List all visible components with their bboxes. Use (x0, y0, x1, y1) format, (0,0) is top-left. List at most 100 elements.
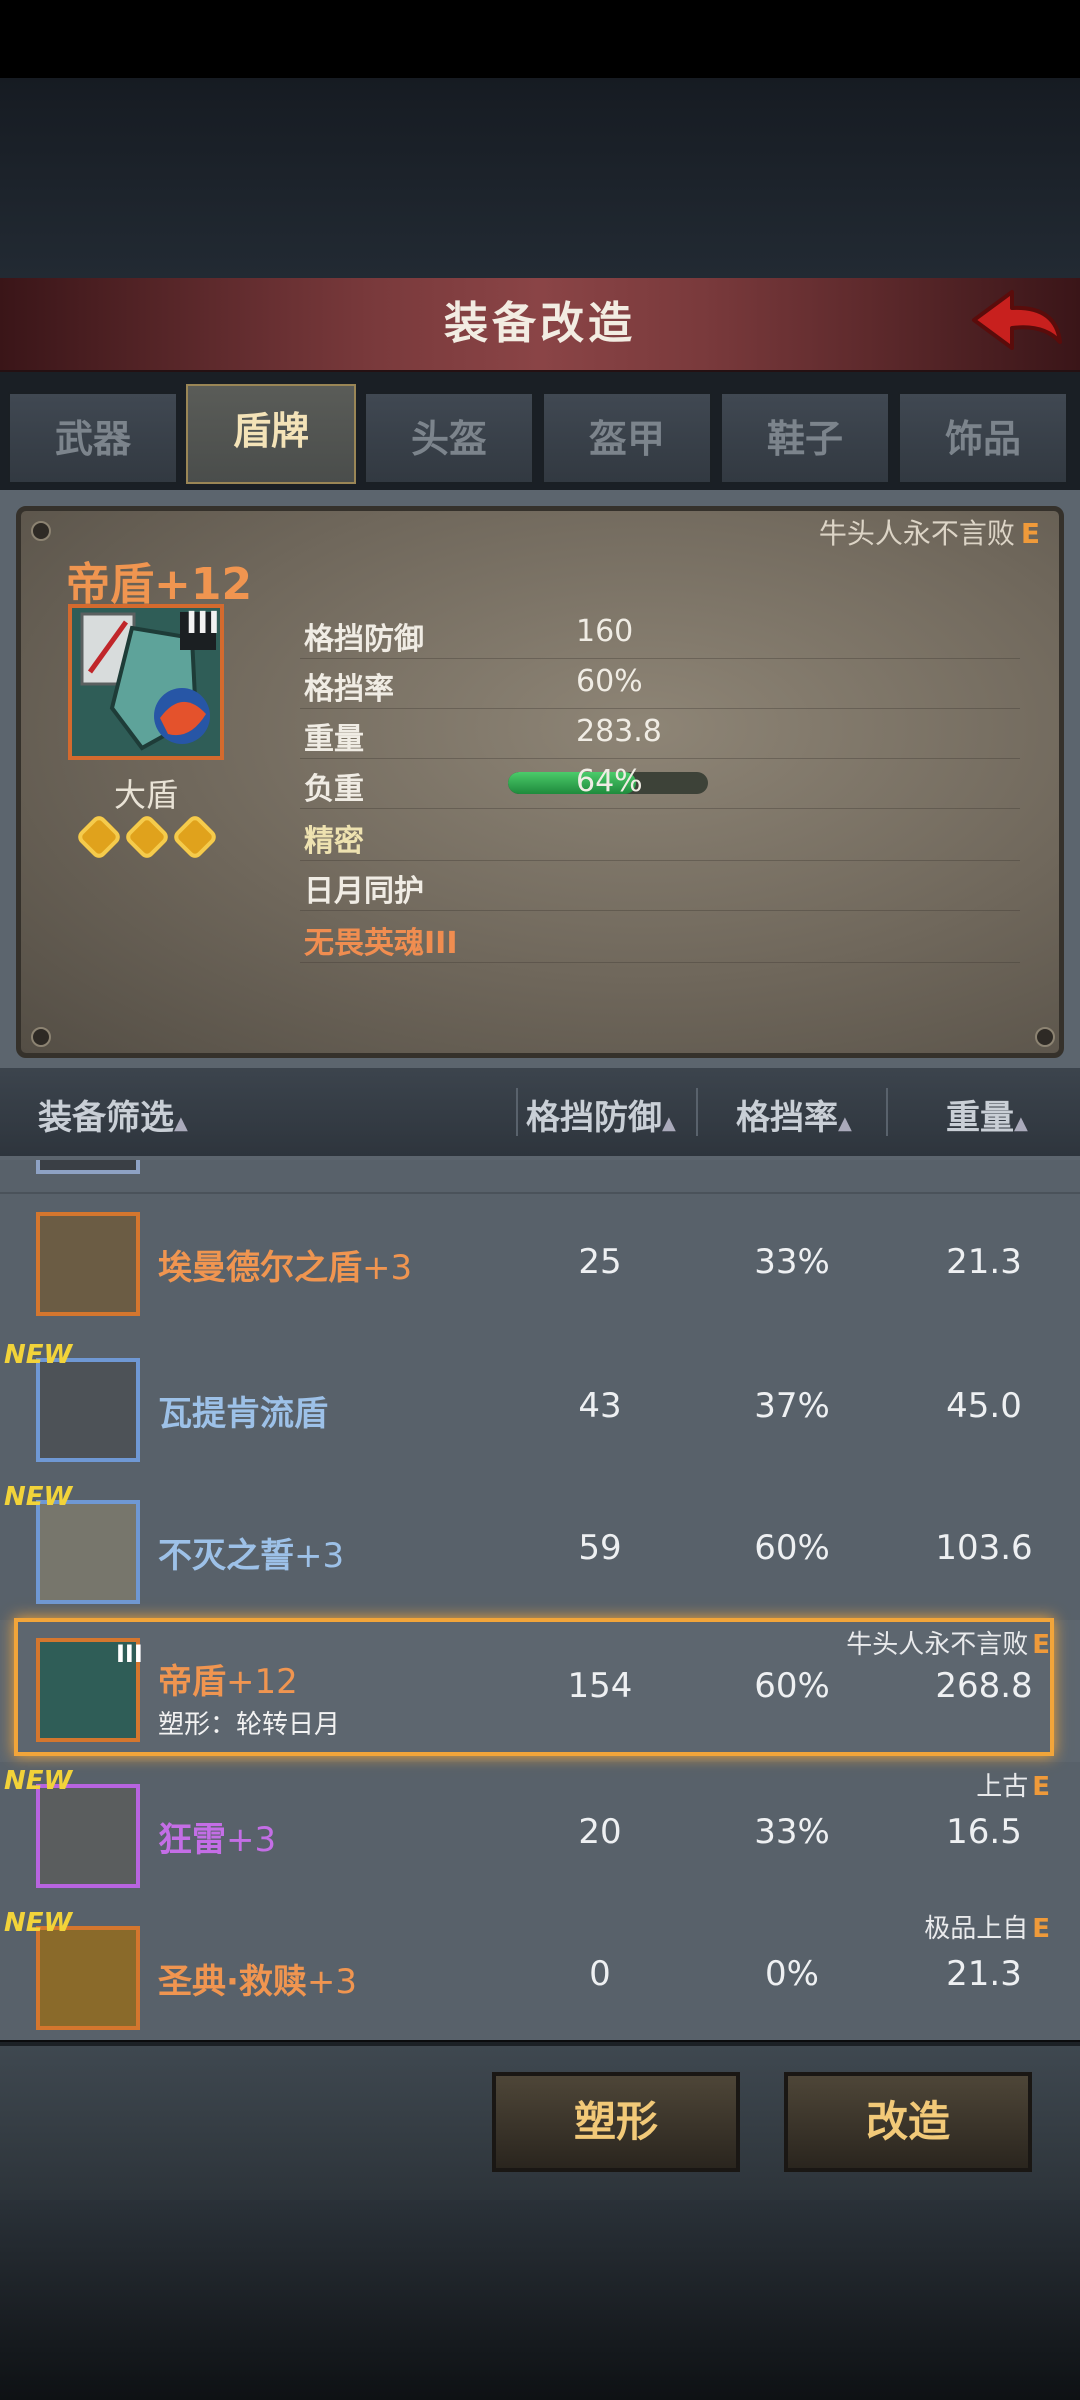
item-plus: +3 (226, 1820, 277, 1860)
item-block: 0 (589, 1954, 611, 1994)
grade-label: 极品上自 E (700, 1908, 1050, 1945)
grade-letter: E (1032, 1772, 1050, 1802)
column-divider (516, 1088, 518, 1136)
new-badge: NEW (4, 1482, 73, 1512)
column-divider (886, 1088, 888, 1136)
attr-label-weight: 重量 (304, 722, 364, 757)
item-weight: 103.6 (935, 1528, 1033, 1568)
equipment-list[interactable]: 埃曼德尔之盾+3 25 33% 21.3 NEW 瓦提肯流盾 43 37% 45… (0, 1160, 1080, 2040)
col-rate-label: 格挡率 (736, 1098, 838, 1138)
item-name: 瓦提肯流盾 (158, 1386, 328, 1435)
item-plus: +3 (306, 1962, 358, 2002)
new-badge: NEW (4, 1908, 73, 1938)
attr-label-sunmoon: 日月同护 (304, 874, 424, 909)
list-item[interactable]: NEW 极品上自 E 圣典·救赎+3 0 0% 21.3 (0, 1904, 1080, 2040)
owner-grade: E (1020, 517, 1040, 550)
item-rate: 33% (754, 1812, 830, 1852)
selection-highlight (14, 1618, 1054, 1756)
item-name-text: 不灭之誓 (158, 1536, 294, 1576)
status-bar (0, 0, 1080, 78)
item-plus: +3 (294, 1536, 345, 1576)
item-weight: 45.0 (946, 1386, 1022, 1426)
filter-sort-button[interactable]: 装备筛选▲ (38, 1090, 188, 1139)
shield-icon (36, 1160, 140, 1174)
item-block: 25 (578, 1242, 622, 1282)
item-name: 埃曼德尔之盾+3 (158, 1240, 412, 1289)
shield-icon (36, 1358, 140, 1462)
sort-arrow-icon: ▲ (174, 1113, 188, 1134)
page-title: 装备改造 (444, 298, 636, 349)
background-top (0, 78, 1080, 278)
item-block: 59 (578, 1528, 622, 1568)
item-name: 圣典·救赎+3 (158, 1954, 357, 2003)
item-name: 狂雷+3 (158, 1812, 276, 1861)
attr-row (300, 660, 1020, 709)
grade-label: 上古 E (700, 1766, 1050, 1803)
shield-icon (36, 1212, 140, 1316)
back-arrow-icon[interactable] (968, 286, 1064, 360)
attr-value-load: 64% (576, 764, 643, 799)
attr-value-weight: 283.8 (576, 714, 662, 749)
sort-weight-button[interactable]: 重量▲ (946, 1090, 1028, 1139)
item-weight: 21.3 (946, 1954, 1022, 1994)
item-name-text: 狂雷 (158, 1820, 226, 1860)
sort-arrow-icon: ▲ (662, 1113, 676, 1134)
item-plus: +3 (362, 1248, 413, 1288)
item-block: 43 (578, 1386, 622, 1426)
column-divider (696, 1088, 698, 1136)
filter-label: 装备筛选 (38, 1098, 174, 1138)
attr-value-rate: 60% (576, 664, 643, 699)
sort-block-button[interactable]: 格挡防御▲ (526, 1090, 676, 1139)
item-name-text: 埃曼德尔之盾 (158, 1248, 362, 1288)
grade-name: 极品上自 (924, 1914, 1029, 1944)
item-name-text: 圣典·救赎 (158, 1962, 307, 2002)
tab-accessory[interactable]: 饰品 (898, 392, 1068, 484)
modify-button[interactable]: 改造 (784, 2072, 1032, 2172)
rivet-icon (31, 1027, 51, 1047)
attr-label-load: 负重 (304, 772, 364, 807)
tab-weapon[interactable]: 武器 (8, 392, 178, 484)
attr-label-precision: 精密 (304, 824, 364, 859)
item-name: 不灭之誓+3 (158, 1528, 344, 1577)
attr-value-block: 160 (576, 614, 634, 649)
item-block: 20 (578, 1812, 622, 1852)
attr-label-fearless: 无畏英魂III (304, 926, 458, 961)
attr-label-block: 格挡防御 (304, 622, 424, 657)
tab-armor[interactable]: 盔甲 (542, 392, 712, 484)
sort-arrow-icon: ▲ (1014, 1113, 1028, 1134)
sort-rate-button[interactable]: 格挡率▲ (736, 1090, 852, 1139)
grade-name: 上古 (976, 1772, 1029, 1802)
item-name: 帝盾+12 (66, 559, 253, 610)
rivet-icon (1035, 1027, 1055, 1047)
col-weight-label: 重量 (946, 1098, 1014, 1138)
grade-letter: E (1032, 1914, 1050, 1944)
item-rate: 60% (754, 1528, 830, 1568)
rivet-icon (31, 521, 51, 541)
shield-icon (36, 1500, 140, 1604)
new-badge: NEW (4, 1340, 73, 1370)
shield-icon (36, 1926, 140, 2030)
list-item[interactable]: NEW 瓦提肯流盾 43 37% 45.0 (0, 1336, 1080, 1480)
list-item[interactable]: NEW 上古 E 狂雷+3 20 33% 16.5 (0, 1762, 1080, 1906)
list-item[interactable]: 埃曼德尔之盾+3 25 33% 21.3 (0, 1194, 1080, 1338)
shield-icon (36, 1784, 140, 1888)
new-badge: NEW (4, 1766, 73, 1796)
tab-boots[interactable]: 鞋子 (720, 392, 890, 484)
item-type: 大盾 (113, 776, 178, 814)
tab-helmet[interactable]: 头盔 (364, 392, 534, 484)
reshape-button[interactable]: 塑形 (492, 2072, 740, 2172)
list-item-partial[interactable] (0, 1160, 1080, 1194)
tab-shield[interactable]: 盾牌 (186, 384, 356, 484)
item-name-text: 瓦提肯流盾 (158, 1394, 328, 1434)
item-weight: 16.5 (946, 1812, 1022, 1852)
owner-label: 牛头人永不言败 E (700, 512, 1040, 552)
list-item[interactable]: NEW 不灭之誓+3 59 60% 103.6 (0, 1478, 1080, 1622)
col-block-label: 格挡防御 (526, 1098, 662, 1138)
attr-label-rate: 格挡率 (304, 672, 394, 707)
item-rate: 33% (754, 1242, 830, 1282)
item-rate: 0% (765, 1954, 819, 1994)
background-bottom (0, 2200, 1080, 2400)
tier-label: III (186, 606, 220, 641)
item-weight: 21.3 (946, 1242, 1022, 1282)
attr-row (300, 812, 1020, 861)
